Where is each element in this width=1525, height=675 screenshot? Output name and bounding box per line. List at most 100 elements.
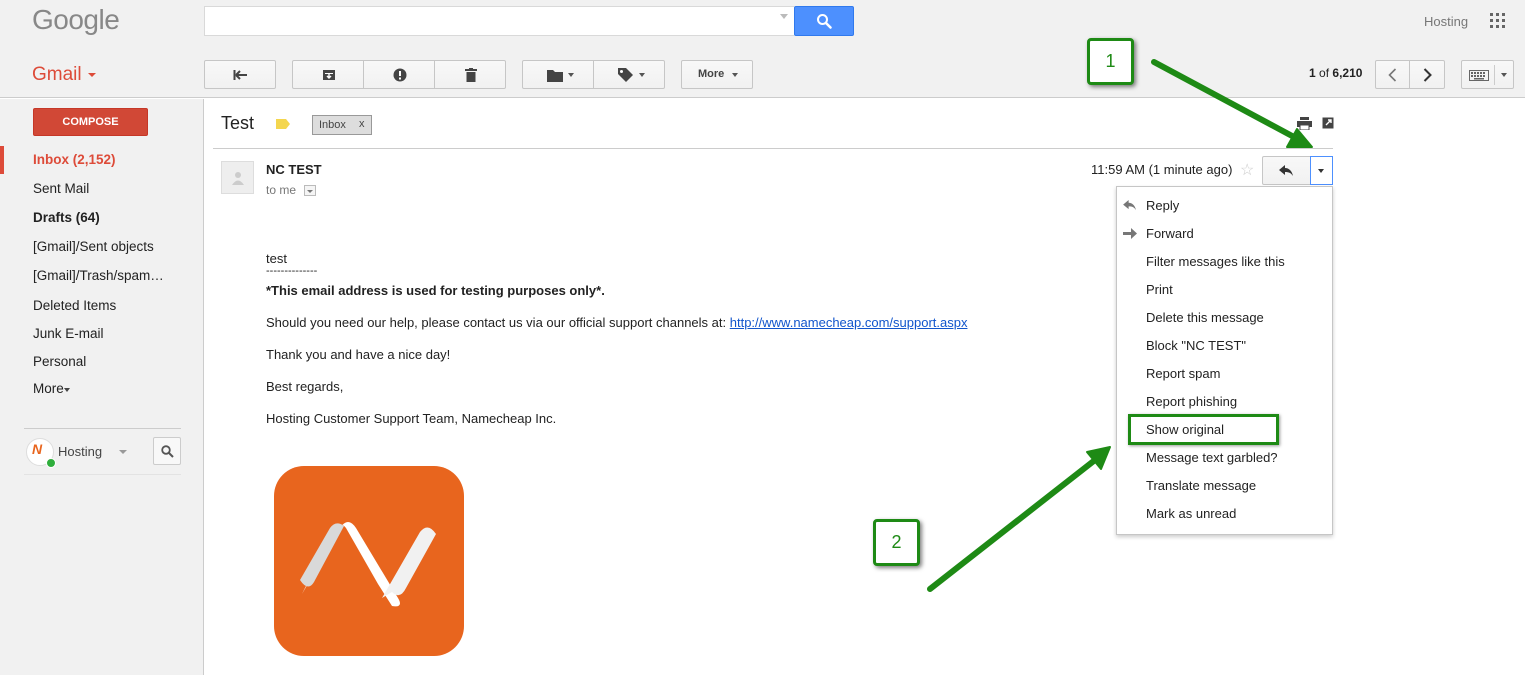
back-arrow-icon bbox=[233, 70, 247, 80]
body-signature: Hosting Customer Support Team, Namecheap… bbox=[266, 411, 557, 426]
sidebar-item-personal[interactable]: Personal bbox=[33, 354, 86, 369]
sidebar-item-drafts[interactable]: Drafts (64) bbox=[33, 210, 100, 225]
sender-name[interactable]: NC TEST bbox=[266, 162, 322, 177]
menu-item-print[interactable]: Print bbox=[1146, 282, 1173, 297]
menu-item-filter[interactable]: Filter messages like this bbox=[1146, 254, 1285, 269]
labels-button[interactable] bbox=[593, 60, 665, 89]
step-2-callout: 2 bbox=[873, 519, 920, 566]
online-status-icon bbox=[46, 458, 56, 468]
sidebar-item-sent-objects[interactable]: [Gmail]/Sent objects bbox=[33, 239, 154, 254]
folder-icon bbox=[547, 70, 563, 82]
more-actions-button[interactable] bbox=[1310, 156, 1333, 185]
chevron-down-icon bbox=[1501, 73, 1507, 77]
account-name[interactable]: Hosting bbox=[1424, 14, 1468, 29]
sidebar-item-inbox[interactable]: Inbox (2,152) bbox=[33, 152, 116, 167]
chevron-down-icon[interactable] bbox=[64, 388, 70, 392]
delete-button[interactable] bbox=[434, 60, 506, 89]
search-icon bbox=[817, 14, 832, 29]
report-spam-button[interactable] bbox=[363, 60, 435, 89]
forward-icon bbox=[1123, 228, 1137, 239]
divider bbox=[24, 428, 181, 429]
more-button[interactable]: More bbox=[681, 60, 753, 89]
reply-button[interactable] bbox=[1262, 156, 1311, 185]
menu-item-message-garbled[interactable]: Message text garbled? bbox=[1146, 450, 1278, 465]
pagination-count: 1 of 6,210 bbox=[1309, 66, 1362, 80]
star-icon[interactable]: ☆ bbox=[1240, 160, 1254, 180]
menu-item-block[interactable]: Block "NC TEST" bbox=[1146, 338, 1246, 353]
sidebar-item-more[interactable]: More bbox=[33, 381, 64, 396]
label-icon bbox=[618, 68, 633, 82]
remove-label-button[interactable]: x bbox=[359, 118, 365, 130]
show-details-button[interactable] bbox=[304, 185, 316, 196]
chevron-right-icon bbox=[1423, 68, 1432, 82]
input-tools-button[interactable] bbox=[1461, 60, 1514, 89]
namecheap-logo bbox=[274, 466, 464, 656]
search-options-caret-icon[interactable] bbox=[780, 14, 788, 19]
hangouts-user-name[interactable]: Hosting bbox=[58, 444, 102, 459]
body-separator: -------------- bbox=[266, 265, 318, 277]
back-to-inbox-button[interactable] bbox=[204, 60, 276, 89]
sender-avatar bbox=[221, 161, 254, 194]
pager-of: of bbox=[1319, 66, 1330, 80]
sidebar-item-deleted-items[interactable]: Deleted Items bbox=[33, 298, 116, 313]
person-icon bbox=[232, 172, 244, 185]
pager-range: 1 bbox=[1309, 66, 1316, 80]
label-chip-inbox: Inbox x bbox=[312, 115, 372, 135]
body-support-text: Should you need our help, please contact… bbox=[266, 315, 730, 330]
move-to-button[interactable] bbox=[522, 60, 594, 89]
divider bbox=[24, 474, 181, 475]
menu-item-translate[interactable]: Translate message bbox=[1146, 478, 1256, 493]
menu-item-delete[interactable]: Delete this message bbox=[1146, 310, 1264, 325]
hangouts-search-button[interactable] bbox=[153, 437, 181, 465]
message-subject: Test bbox=[221, 113, 255, 133]
sidebar-item-sent-mail[interactable]: Sent Mail bbox=[33, 181, 89, 196]
search-button[interactable] bbox=[794, 6, 854, 36]
more-button-label: More bbox=[698, 68, 725, 80]
left-navigation bbox=[0, 99, 204, 675]
reply-icon bbox=[1123, 200, 1136, 211]
chevron-down-icon bbox=[732, 73, 738, 77]
menu-item-report-spam[interactable]: Report spam bbox=[1146, 366, 1220, 381]
menu-item-reply[interactable]: Reply bbox=[1146, 198, 1179, 213]
highlight-show-original bbox=[1128, 414, 1279, 445]
archive-button[interactable] bbox=[292, 60, 364, 89]
newer-button[interactable] bbox=[1375, 60, 1410, 89]
apps-grid-icon[interactable] bbox=[1490, 13, 1505, 28]
step-1-callout: 1 bbox=[1087, 38, 1134, 85]
active-folder-marker bbox=[0, 146, 4, 174]
menu-item-mark-unread[interactable]: Mark as unread bbox=[1146, 506, 1236, 521]
body-notice: *This email address is used for testing … bbox=[266, 283, 605, 298]
compose-button[interactable]: COMPOSE bbox=[33, 108, 148, 136]
google-logo[interactable]: Google bbox=[32, 4, 120, 36]
divider bbox=[213, 148, 1333, 149]
body-greeting: test bbox=[266, 251, 287, 266]
popout-icon[interactable] bbox=[1322, 117, 1334, 129]
keyboard-icon bbox=[1469, 70, 1489, 81]
spam-icon bbox=[393, 68, 407, 82]
support-link[interactable]: http://www.namecheap.com/support.aspx bbox=[730, 315, 968, 330]
chevron-left-icon bbox=[1388, 68, 1397, 82]
print-icon[interactable] bbox=[1297, 117, 1312, 130]
menu-item-forward[interactable]: Forward bbox=[1146, 226, 1194, 241]
recipient-label: to me bbox=[266, 183, 297, 197]
older-button[interactable] bbox=[1409, 60, 1445, 89]
gmail-app-switcher[interactable]: Gmail bbox=[32, 64, 82, 86]
label-chip-text: Inbox bbox=[319, 119, 346, 131]
chevron-down-icon[interactable] bbox=[88, 73, 96, 77]
body-thanks: Thank you and have a nice day! bbox=[266, 347, 451, 362]
menu-item-report-phishing[interactable]: Report phishing bbox=[1146, 394, 1237, 409]
chevron-down-icon bbox=[568, 73, 574, 77]
archive-icon bbox=[323, 70, 335, 80]
message-timestamp: 11:59 AM (1 minute ago) bbox=[1091, 162, 1233, 177]
search-input[interactable] bbox=[204, 6, 794, 36]
chevron-down-icon bbox=[639, 73, 645, 77]
sidebar-item-junk-email[interactable]: Junk E-mail bbox=[33, 326, 104, 341]
search-icon bbox=[161, 445, 174, 458]
chevron-down-icon[interactable] bbox=[119, 450, 127, 454]
importance-marker-icon[interactable] bbox=[276, 119, 290, 129]
trash-icon bbox=[465, 68, 477, 82]
pager-total: 6,210 bbox=[1332, 66, 1363, 80]
sidebar-item-trash-spam[interactable]: [Gmail]/Trash/spam… bbox=[33, 268, 164, 283]
reply-icon bbox=[1279, 165, 1293, 176]
body-regards: Best regards, bbox=[266, 379, 344, 394]
